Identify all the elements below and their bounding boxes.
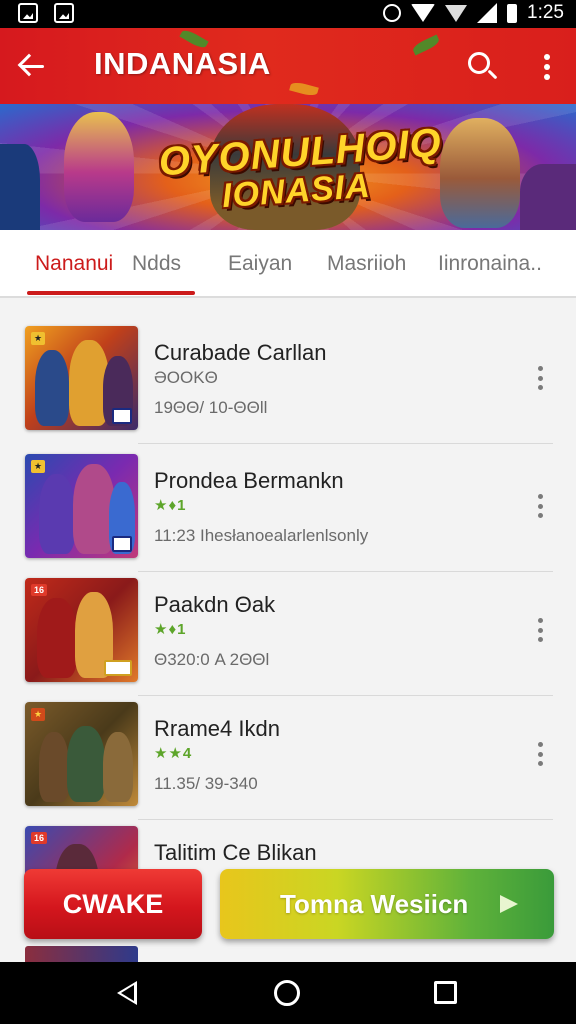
send-arrow-icon	[500, 895, 518, 913]
tomna-wesiicn-button[interactable]: Tomna Wesiicn	[220, 869, 554, 939]
game-rating: ★★4	[154, 745, 193, 762]
more-vert-icon[interactable]	[532, 618, 548, 642]
game-title: Prondea Bermankn	[154, 468, 344, 493]
game-thumbnail: 16	[25, 578, 138, 682]
game-rating: ★♦1	[154, 497, 187, 514]
tab-nananui[interactable]: Nananui	[35, 252, 113, 276]
wifi-icon	[411, 4, 436, 22]
tab-ndds[interactable]: Ndds	[132, 252, 181, 276]
game-rating: ★♦1	[154, 621, 187, 638]
game-thumbnail: ★	[25, 702, 138, 806]
game-meta: 19ΘΘ/ 10-ΘΘll	[154, 398, 268, 417]
tab-masriioh[interactable]: Masriioh	[327, 252, 406, 276]
game-thumbnail: ★	[25, 454, 138, 558]
tomna-wesiicn-label: Tomna Wesiicn	[280, 889, 469, 919]
signal-icon	[477, 3, 498, 23]
gallery-notification-icon	[54, 3, 74, 23]
more-vert-icon[interactable]	[532, 366, 548, 390]
back-arrow-icon[interactable]	[16, 50, 50, 84]
more-vert-icon[interactable]	[532, 494, 548, 518]
image-notification-icon	[18, 3, 38, 23]
game-title: Talitim Ce Blikan	[154, 840, 317, 865]
tab-iinronaina[interactable]: Iinronaina..	[438, 252, 542, 276]
banner-decor-left	[0, 144, 40, 230]
more-vert-icon[interactable]	[536, 52, 558, 82]
data-icon	[445, 4, 468, 22]
nav-home-icon[interactable]	[274, 980, 300, 1006]
status-time: 1:25	[527, 2, 564, 23]
game-meta: 11.35/ 39-340	[154, 774, 258, 793]
hero-figure-left	[64, 112, 134, 222]
app-screen: 1:25 INDANASIA OYONULHOIQ IONASIA Nananu…	[0, 0, 576, 1024]
game-meta: 11:23 Ihesłanoealarlenlsonly	[154, 526, 369, 545]
list-item[interactable]: ★ Curabade Carllan ƏOOKΘ 19ΘΘ/ 10-ΘΘll	[0, 300, 576, 444]
banner-decor-right	[520, 164, 576, 230]
cwake-button[interactable]: CWAKE	[24, 869, 202, 939]
system-nav-bar	[0, 962, 576, 1024]
category-tabs: Nananui Ndds Eaiyan Masriioh Iinronaina.…	[0, 230, 576, 298]
game-rating: ƏOOKΘ	[154, 368, 218, 387]
list-item[interactable]: 16 Paakdn Θak ★♦1 Θ320:0 A 2ΘΘl	[0, 552, 576, 696]
nav-back-icon[interactable]	[117, 981, 137, 1005]
game-title: Paakdn Θak	[154, 592, 276, 617]
battery-icon	[507, 3, 518, 23]
app-header: INDANASIA	[0, 28, 576, 104]
game-thumbnail: ★	[25, 326, 138, 430]
decor-leaf	[411, 34, 441, 56]
tab-eaiyan[interactable]: Eaiyan	[228, 252, 292, 276]
status-bar: 1:25	[0, 0, 576, 28]
list-item[interactable]: ★ Prondea Bermankn ★♦1 11:23 Ihesłanoeal…	[0, 428, 576, 572]
app-title: INDANASIA	[94, 46, 271, 81]
list-item[interactable]: ★ Rrame4 Ikdn ★★4 11.35/ 39-340	[0, 676, 576, 820]
promo-banner[interactable]: OYONULHOIQ IONASIA	[0, 104, 576, 230]
decor-leaf	[289, 80, 319, 98]
system-icons: 1:25	[383, 2, 564, 24]
alarm-icon	[383, 4, 402, 22]
nav-recents-icon[interactable]	[434, 981, 457, 1004]
game-title: Curabade Carllan	[154, 340, 327, 365]
partial-thumbnail	[25, 946, 138, 962]
search-icon[interactable]	[466, 50, 500, 84]
game-meta: Θ320:0 A 2ΘΘl	[154, 650, 270, 669]
hero-figure-right	[440, 118, 520, 228]
game-title: Rrame4 Ikdn	[154, 716, 280, 741]
notification-icons	[18, 3, 74, 23]
more-vert-icon[interactable]	[532, 742, 548, 766]
active-tab-indicator	[27, 291, 195, 295]
